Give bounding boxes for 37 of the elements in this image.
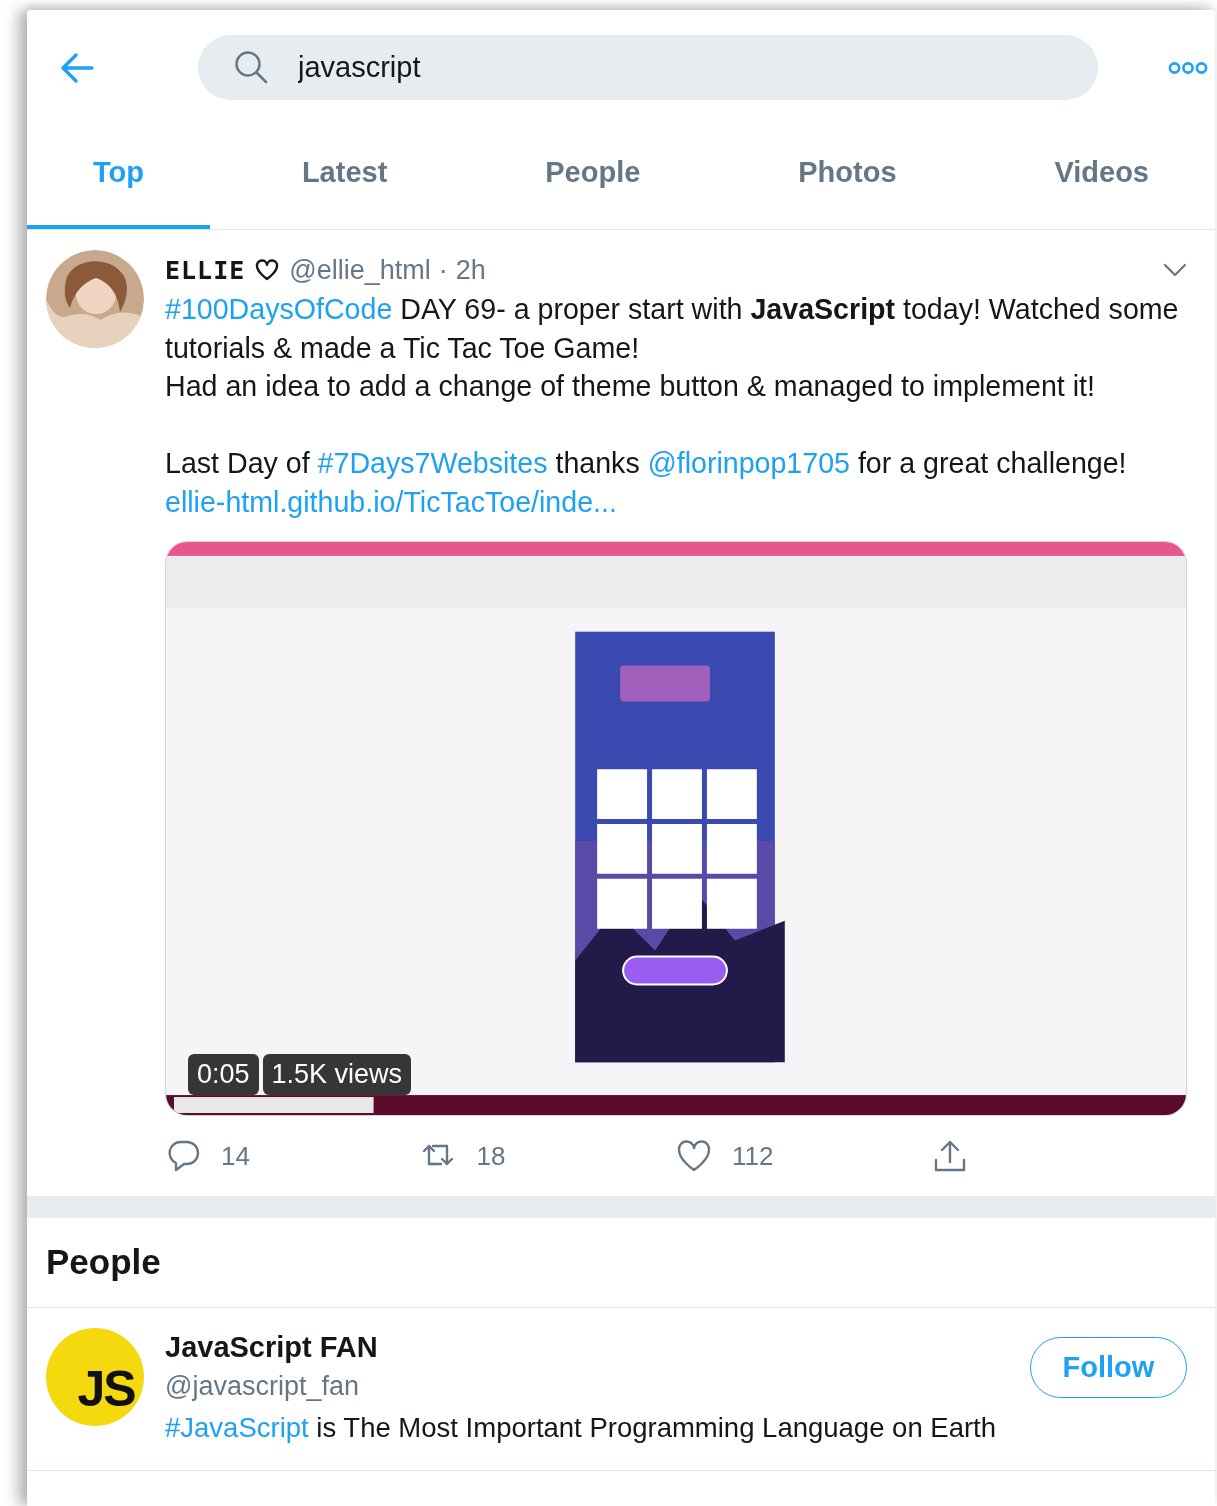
tab[interactable]: Videos: [988, 120, 1215, 229]
more-icon[interactable]: [1168, 59, 1208, 76]
tweet-text: #100DaysOfCode DAY 69- a proper start with JavaScript today! Watched some tutorials & made a Tic Tac Toe Game!: [165, 292, 1180, 366]
user-name[interactable]: JavaScript FAN: [165, 1330, 378, 1364]
reply-icon[interactable]: [165, 1138, 201, 1174]
action-count: 112: [732, 1140, 774, 1172]
video-player[interactable]: 0:05 1.5K views: [165, 541, 1187, 1116]
heart-icon: [255, 259, 280, 281]
tab[interactable]: Photos: [732, 120, 963, 229]
tab[interactable]: Latest: [235, 120, 454, 229]
section-heading: People: [27, 1218, 1215, 1308]
tweet-text: Last Day of #7Days7Websites thanks @florinpop1705 for a great challenge!: [165, 446, 1128, 481]
user-bio: #JavaScript is The Most Important Programming Language on Earth: [165, 1411, 998, 1445]
user-handle[interactable]: @javascript_fan: [165, 1366, 1030, 1406]
follow-button[interactable]: Follow: [1030, 1337, 1187, 1398]
heart-icon[interactable]: [676, 1138, 712, 1174]
chevron-down-icon[interactable]: [1163, 263, 1187, 277]
link[interactable]: #7Days7Websites: [317, 447, 548, 479]
user-name[interactable]: ELLIE: [165, 255, 246, 285]
user-handle[interactable]: @ellie_html: [289, 254, 431, 286]
video-duration: 0:05: [188, 1054, 259, 1095]
link[interactable]: ellie-html.github.io/TicTacToe/inde...: [165, 485, 617, 518]
tab[interactable]: Top: [27, 120, 210, 229]
logo-avatar[interactable]: JS: [46, 1328, 144, 1426]
action-count: 14: [221, 1140, 250, 1172]
search-icon: [234, 50, 268, 84]
tab[interactable]: People: [479, 120, 707, 229]
timestamp[interactable]: 2h: [455, 254, 486, 286]
link[interactable]: #100DaysOfCode: [165, 293, 393, 325]
separator: ·: [438, 254, 448, 286]
view-count: 1.5K views: [262, 1054, 412, 1095]
tweet-text: Had an idea to add a change of theme button & managed to implement it!: [165, 369, 1096, 404]
action-count: 18: [476, 1140, 506, 1172]
avatar[interactable]: [46, 250, 144, 348]
link[interactable]: @florinpop1705: [647, 447, 850, 479]
link[interactable]: #JavaScript: [165, 1412, 309, 1443]
search-field[interactable]: javascript: [198, 35, 1098, 100]
